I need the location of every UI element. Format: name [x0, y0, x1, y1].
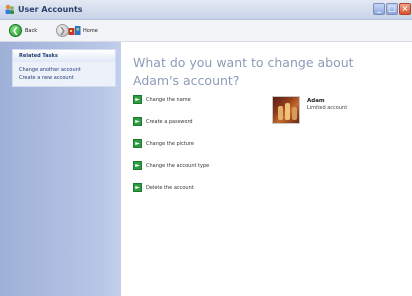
- option-label[interactable]: Delete the account: [146, 184, 194, 192]
- back-arrow-icon: ❮: [12, 26, 19, 35]
- minimize-button[interactable]: _: [373, 3, 385, 15]
- title-bar[interactable]: User Accounts _ □ ×: [0, 0, 412, 20]
- related-tasks-title: Related Tasks: [19, 53, 58, 59]
- option-label[interactable]: Create a password: [146, 118, 193, 126]
- option-label[interactable]: Change the picture: [146, 140, 194, 148]
- user-accounts-icon: [5, 4, 14, 14]
- option-label[interactable]: Change the account type: [146, 162, 209, 170]
- related-tasks-pane: Related Tasks Change another account Cre…: [12, 49, 116, 87]
- option-delete-account[interactable]: ► Delete the account: [133, 183, 253, 193]
- green-arrow-icon: ►: [133, 95, 142, 104]
- green-arrow-icon: ►: [133, 183, 142, 192]
- toolbar: ❮ Back ❯ Home: [0, 20, 412, 42]
- minimize-icon: _: [377, 4, 381, 13]
- back-button[interactable]: ❮: [9, 24, 22, 37]
- option-change-picture[interactable]: ► Change the picture: [133, 139, 253, 149]
- option-change-name[interactable]: ► Change the name: [133, 95, 253, 105]
- home-label[interactable]: Home: [83, 27, 98, 35]
- green-arrow-icon: ►: [133, 139, 142, 148]
- option-change-account-type[interactable]: ► Change the account type: [133, 161, 253, 171]
- page-heading: What do you want to change about Adam's …: [133, 55, 354, 88]
- close-icon: ×: [401, 4, 409, 13]
- change-another-account-link[interactable]: Change another account: [19, 67, 81, 74]
- create-new-account-link[interactable]: Create a new account: [19, 75, 74, 82]
- green-arrow-icon: ►: [133, 117, 142, 126]
- user-avatar: [272, 96, 300, 124]
- maximize-button[interactable]: □: [386, 3, 398, 15]
- user-account-type: Limited account: [307, 105, 348, 111]
- option-create-password[interactable]: ► Create a password: [133, 117, 253, 127]
- maximize-icon: □: [388, 4, 396, 13]
- related-tasks-header: Related Tasks: [13, 50, 115, 62]
- option-label[interactable]: Change the name: [146, 96, 191, 104]
- close-button[interactable]: ×: [399, 3, 411, 15]
- back-label[interactable]: Back: [25, 27, 37, 35]
- forward-arrow-icon: ❯: [59, 26, 66, 35]
- home-icon[interactable]: [68, 25, 81, 36]
- green-arrow-icon: ►: [133, 161, 142, 170]
- window-title: User Accounts: [18, 5, 83, 14]
